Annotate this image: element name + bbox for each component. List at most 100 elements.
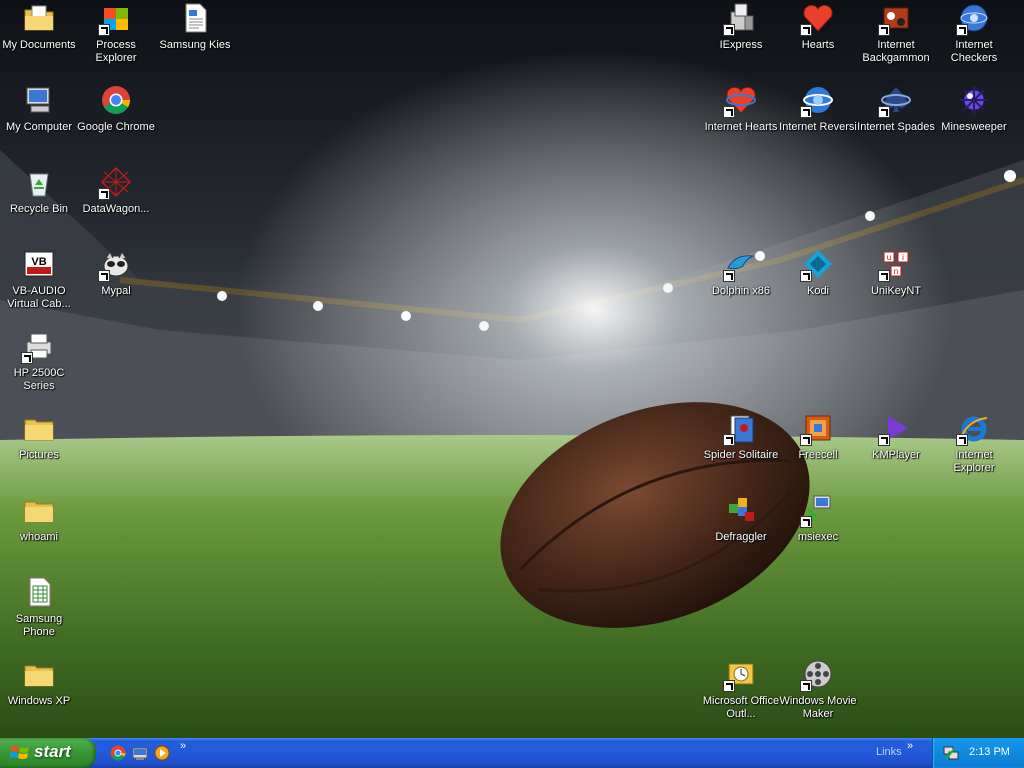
- desktop-icon-whoami[interactable]: whoami: [0, 494, 78, 544]
- desktop-icon-label: KMPlayer: [872, 449, 920, 461]
- system-tray: 2:13 PM: [932, 738, 1024, 768]
- quick-launch-more-chevron[interactable]: »: [180, 740, 186, 752]
- desktop-icon-label: Samsung Kies: [159, 39, 231, 51]
- recycle-bin-icon: [23, 166, 55, 198]
- desktop-icon-label: Internet Reversi: [779, 121, 857, 133]
- reversi-icon: [800, 84, 834, 118]
- desktop-icon-label: whoami: [20, 531, 58, 543]
- unikey-icon: u in: [878, 248, 912, 282]
- desktop-icon-pictures[interactable]: Pictures: [0, 412, 78, 462]
- shortcut-arrow-icon: [878, 434, 890, 446]
- shortcut-arrow-icon: [723, 106, 735, 118]
- svg-text:n: n: [894, 267, 898, 276]
- mypal-icon: [98, 248, 132, 282]
- shortcut-arrow-icon: [21, 352, 33, 364]
- defraggler-icon: [725, 494, 757, 526]
- shortcut-arrow-icon: [800, 680, 812, 692]
- shortcut-arrow-icon: [800, 516, 812, 528]
- desktop-icon-label: Pictures: [19, 449, 59, 461]
- desktop-icon-datawagon[interactable]: DataWagon...: [77, 166, 155, 216]
- shortcut-arrow-icon: [800, 270, 812, 282]
- show-desktop-icon[interactable]: [132, 745, 148, 761]
- shortcut-arrow-icon: [800, 434, 812, 446]
- desktop-icon-spider-solitaire[interactable]: Spider Solitaire: [702, 412, 780, 462]
- desktop-icon-label: msiexec: [797, 531, 839, 543]
- desktop-icon-recycle-bin[interactable]: Recycle Bin: [0, 166, 78, 216]
- desktop-icon-hearts[interactable]: Hearts: [779, 2, 857, 52]
- dolphin-icon: [723, 248, 757, 282]
- desktop-icon-movie-maker[interactable]: Windows Movie Maker: [779, 658, 857, 721]
- desktop-icon-process-explorer[interactable]: Process Explorer: [77, 2, 155, 65]
- shortcut-arrow-icon: [723, 680, 735, 692]
- shortcut-arrow-icon: [956, 24, 968, 36]
- desktop-icon-my-computer[interactable]: My Computer: [0, 84, 78, 134]
- desktop-icon-iexpress[interactable]: IExpress: [702, 2, 780, 52]
- desktop-icon-internet-backgammon[interactable]: Internet Backgammon: [857, 2, 935, 65]
- windows-flag-icon: [10, 746, 29, 759]
- vb-audio-icon: VB: [23, 248, 55, 280]
- checkers-icon: [956, 2, 990, 36]
- desktop-icon-label: Minesweeper: [941, 121, 1007, 133]
- desktop-icon-mypal[interactable]: Mypal: [77, 248, 155, 298]
- shortcut-arrow-icon: [878, 24, 890, 36]
- desktop-icon-label: Mypal: [101, 285, 131, 297]
- spades-icon: [878, 84, 912, 118]
- desktop-icon-defraggler[interactable]: Defraggler: [702, 494, 780, 544]
- my-documents-folder-icon: [23, 2, 55, 34]
- links-more-chevron[interactable]: »: [907, 740, 913, 752]
- my-computer-icon: [23, 84, 55, 116]
- desktop-icon-label: IExpress: [719, 39, 763, 51]
- desktop-icon-windows-xp[interactable]: Windows XP: [0, 658, 78, 708]
- desktop-icon-dolphin[interactable]: Dolphin x86: [702, 248, 780, 298]
- hearts-icon: [800, 2, 834, 36]
- desktop-icon-label: Google Chrome: [77, 121, 155, 133]
- desktop-icon-freecell[interactable]: Freecell: [779, 412, 857, 462]
- network-tray-icon[interactable]: [943, 745, 959, 761]
- desktop-icon-samsung-kies[interactable]: Samsung Kies: [156, 2, 234, 52]
- folder-icon: [23, 494, 55, 526]
- desktop-icon-label: VB-AUDIO Virtual Cab...: [7, 285, 71, 310]
- desktop-icon-internet-reversi[interactable]: Internet Reversi: [779, 84, 857, 134]
- desktop-icon-internet-hearts[interactable]: Internet Hearts: [702, 84, 780, 134]
- desktop-icon-internet-spades[interactable]: Internet Spades: [857, 84, 935, 134]
- desktop-icon-kodi[interactable]: Kodi: [779, 248, 857, 298]
- desktop-icon-internet-explorer[interactable]: Internet Explorer: [935, 412, 1013, 475]
- start-button[interactable]: start: [0, 738, 96, 768]
- desktop-icon-hp-2500c[interactable]: HP 2500C Series: [0, 330, 78, 393]
- desktop-icon-label: Kodi: [806, 285, 830, 297]
- outlook-icon: [723, 658, 757, 692]
- document-icon: [179, 2, 211, 34]
- spreadsheet-icon: [23, 576, 55, 608]
- shortcut-arrow-icon: [878, 270, 890, 282]
- desktop-icon-label: Internet Explorer: [953, 449, 995, 474]
- chrome-icon[interactable]: [110, 745, 126, 761]
- desktop-icon-label: Defraggler: [715, 531, 767, 543]
- taskbar-clock[interactable]: 2:13 PM: [969, 746, 1010, 758]
- links-toolbar-label[interactable]: Links: [876, 746, 902, 758]
- desktop-icon-label: Samsung Phone: [15, 613, 63, 638]
- desktop-icon-kmplayer[interactable]: KMPlayer: [857, 412, 935, 462]
- desktop-icon-internet-checkers[interactable]: Internet Checkers: [935, 2, 1013, 65]
- kmplayer-icon: [878, 412, 912, 446]
- desktop-icon-samsung-phone[interactable]: Samsung Phone: [0, 576, 78, 639]
- msiexec-icon: [800, 494, 834, 528]
- kodi-icon: [800, 248, 834, 282]
- desktop-icon-label: My Documents: [2, 39, 76, 51]
- desktop-icon-office-outlook[interactable]: Microsoft Office Outl...: [702, 658, 780, 721]
- desktop-icon-msiexec[interactable]: msiexec: [779, 494, 857, 544]
- shortcut-arrow-icon: [878, 106, 890, 118]
- desktop-icon-label: Internet Backgammon: [862, 39, 930, 64]
- desktop-icon-google-chrome[interactable]: Google Chrome: [77, 84, 155, 134]
- desktop-icon-my-documents[interactable]: My Documents: [0, 2, 78, 52]
- folder-icon: [23, 658, 55, 690]
- desktop-icon-label: Spider Solitaire: [703, 449, 779, 461]
- desktop-icon-label: Windows XP: [7, 695, 71, 707]
- desktop-icon-unikeynt[interactable]: u i n UniKeyNT: [857, 248, 935, 298]
- desktop-icon-label: UniKeyNT: [870, 285, 922, 297]
- desktop-icon-minesweeper[interactable]: Minesweeper: [935, 84, 1013, 134]
- folder-icon: [23, 412, 55, 444]
- desktop-icon-vb-audio[interactable]: VB VB-AUDIO Virtual Cab...: [0, 248, 78, 311]
- shortcut-arrow-icon: [800, 24, 812, 36]
- media-player-icon[interactable]: [154, 745, 170, 761]
- desktop-icon-label: HP 2500C Series: [13, 367, 65, 392]
